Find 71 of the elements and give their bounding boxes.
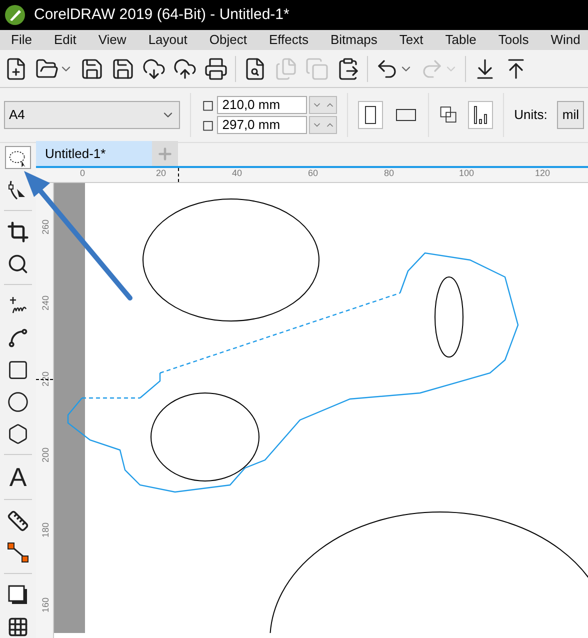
tool-button[interactable]: A <box>5 464 31 490</box>
toolbar-button[interactable] <box>204 56 228 80</box>
menu-item[interactable]: Table <box>434 30 488 50</box>
menu-item[interactable]: File <box>0 30 43 50</box>
portrait-button[interactable] <box>358 101 384 129</box>
menu-item[interactable]: Edit <box>42 30 88 50</box>
plus-icon <box>156 144 174 162</box>
menu-item[interactable]: Tools <box>487 30 540 50</box>
connector-icon <box>7 542 29 564</box>
ruler-label: 180 <box>40 522 51 538</box>
printer-icon <box>204 56 228 80</box>
drop-shadow-icon <box>7 584 29 606</box>
menu-item[interactable]: Bitmaps <box>319 30 388 50</box>
tool-button[interactable] <box>5 390 31 414</box>
ruler-label: 120 <box>535 168 550 178</box>
toolbar-button[interactable] <box>35 56 73 80</box>
paper-size-value: A4 <box>9 106 25 124</box>
new-document-icon <box>4 56 28 80</box>
cloud-upload-icon <box>173 56 197 80</box>
crop-icon <box>7 220 29 243</box>
menu-item[interactable]: Layout <box>137 30 198 50</box>
documents-icon <box>274 56 298 80</box>
menu-item[interactable]: Text <box>388 30 434 50</box>
rectangle-icon <box>7 358 29 381</box>
units-dropdown[interactable]: mil <box>557 101 584 129</box>
ellipse-icon <box>7 390 29 413</box>
height-field[interactable]: 297,0 mm <box>217 116 308 134</box>
ruler-label: 220 <box>40 371 51 387</box>
ruler-label: 160 <box>40 597 51 613</box>
window-title: CorelDRAW 2019 (64-Bit) - Untitled-1* <box>34 4 290 25</box>
menu-item[interactable]: Effects <box>258 30 320 50</box>
paper-size-dropdown[interactable]: A4 <box>4 101 180 129</box>
menu-item[interactable]: Object <box>198 30 258 50</box>
menu-item[interactable]: View <box>87 30 138 50</box>
ruler-label: 260 <box>40 219 51 235</box>
tool-button[interactable] <box>5 509 31 532</box>
toolbar-button[interactable] <box>4 56 28 80</box>
bars-button[interactable] <box>468 101 494 129</box>
page-search-icon <box>243 56 267 80</box>
paste-icon <box>336 56 360 80</box>
toolbar-button[interactable] <box>80 56 104 80</box>
tool-button[interactable] <box>5 146 31 170</box>
ruler-label: 80 <box>384 168 394 178</box>
toolbar-button[interactable] <box>142 56 166 80</box>
toolbar-button[interactable] <box>336 56 360 80</box>
ruler-label: 60 <box>308 168 318 178</box>
tool-button[interactable] <box>5 541 31 564</box>
text-tool-glyph: A <box>9 464 27 490</box>
curve-icon <box>7 326 29 349</box>
copy-icon <box>305 56 329 80</box>
menu-item[interactable]: Wind <box>540 30 588 50</box>
document-tab[interactable]: Untitled-1* <box>36 141 152 166</box>
ruler-label: 200 <box>40 447 51 463</box>
ruler-label: 240 <box>40 295 51 311</box>
cloud-download-icon <box>142 56 166 80</box>
hexagon-icon <box>7 422 29 445</box>
units-label: Units: <box>514 106 548 124</box>
width-field[interactable]: 210,0 mm <box>217 96 308 114</box>
ruler-label: 20 <box>156 168 166 178</box>
zoom-icon <box>7 252 29 275</box>
app-logo-icon <box>4 4 26 26</box>
width-icon <box>201 98 216 112</box>
ruler-label: 100 <box>459 168 474 178</box>
toolbar-button[interactable] <box>173 56 197 80</box>
folder-icon <box>35 56 59 80</box>
height-icon <box>201 118 216 132</box>
toolbar-button[interactable] <box>243 56 267 80</box>
ruler-label: 0 <box>80 168 86 178</box>
tool-button[interactable] <box>5 220 31 244</box>
dimension-icon <box>7 510 29 532</box>
ruler-label: 40 <box>232 168 242 178</box>
